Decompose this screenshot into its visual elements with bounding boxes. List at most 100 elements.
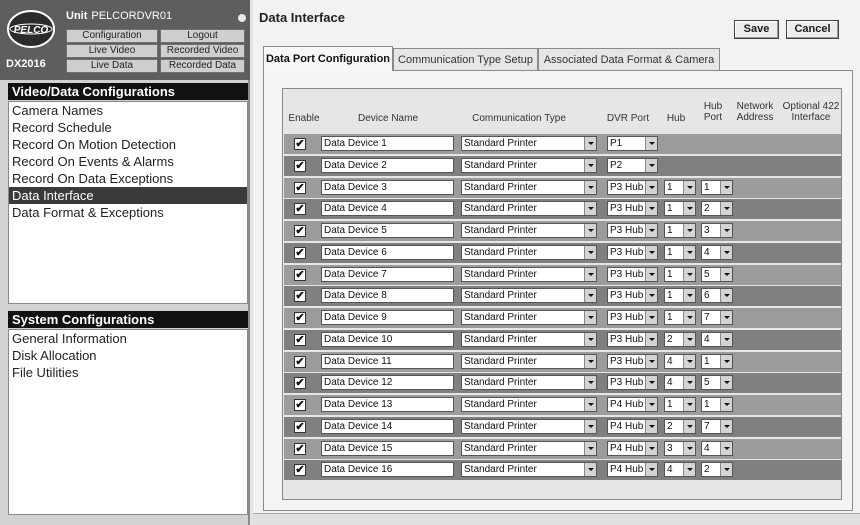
hub-select[interactable]: 1 [664, 397, 696, 412]
hub-select[interactable]: 2 [664, 331, 696, 347]
hub-port-select[interactable]: 1 [701, 397, 733, 412]
dvr-port-select[interactable]: P3 Hub [607, 288, 658, 304]
dvr-port-select[interactable]: P3 Hub [607, 353, 658, 369]
tab-communication-type-setup[interactable]: Communication Type Setup [393, 48, 538, 70]
enable-checkbox[interactable]: ✔ [294, 333, 306, 346]
sidebar-video-item[interactable]: Data Interface [9, 187, 247, 204]
communication-type-select[interactable]: Standard Printer [461, 157, 597, 173]
communication-type-select[interactable]: Standard Printer [461, 418, 597, 434]
hub-select[interactable]: 1 [664, 244, 696, 260]
sidebar-system-item[interactable]: File Utilities [9, 364, 247, 381]
enable-checkbox[interactable]: ✔ [294, 355, 306, 368]
enable-checkbox[interactable]: ✔ [294, 377, 306, 390]
dvr-port-select[interactable]: P2 [607, 157, 658, 173]
enable-checkbox[interactable]: ✔ [294, 181, 306, 194]
enable-checkbox[interactable]: ✔ [294, 420, 306, 433]
recorded-video-button[interactable]: Recorded Video [160, 44, 245, 58]
hub-select[interactable]: 1 [664, 266, 696, 282]
communication-type-select[interactable]: Standard Printer [461, 179, 597, 195]
hub-port-select[interactable]: 4 [701, 244, 733, 260]
tab-associated-data-format-camera[interactable]: Associated Data Format & Camera [538, 48, 720, 70]
dvr-port-select[interactable]: P3 Hub [607, 201, 658, 217]
hub-select[interactable]: 1 [664, 223, 696, 238]
enable-checkbox[interactable]: ✔ [294, 246, 306, 259]
hub-port-select[interactable]: 2 [701, 201, 733, 217]
sidebar-video-item[interactable]: Record Schedule [9, 119, 247, 136]
device-name-field[interactable]: Data Device 11 [321, 353, 454, 369]
communication-type-select[interactable]: Standard Printer [461, 223, 597, 238]
device-name-field[interactable]: Data Device 2 [321, 157, 454, 173]
device-name-field[interactable]: Data Device 9 [321, 310, 454, 325]
cancel-button[interactable]: Cancel [786, 20, 839, 39]
dvr-port-select[interactable]: P3 Hub [607, 375, 658, 391]
device-name-field[interactable]: Data Device 15 [321, 440, 454, 456]
dvr-port-select[interactable]: P3 Hub [607, 331, 658, 347]
device-name-field[interactable]: Data Device 14 [321, 418, 454, 434]
communication-type-select[interactable]: Standard Printer [461, 462, 597, 478]
hub-select[interactable]: 3 [664, 440, 696, 456]
enable-checkbox[interactable]: ✔ [294, 268, 306, 281]
dvr-port-select[interactable]: P4 Hub [607, 440, 658, 456]
dvr-port-select[interactable]: P3 Hub [607, 310, 658, 325]
live-video-button[interactable]: Live Video [66, 44, 158, 58]
hub-port-select[interactable]: 1 [701, 353, 733, 369]
communication-type-select[interactable]: Standard Printer [461, 397, 597, 412]
communication-type-select[interactable]: Standard Printer [461, 136, 597, 151]
device-name-field[interactable]: Data Device 6 [321, 244, 454, 260]
communication-type-select[interactable]: Standard Printer [461, 353, 597, 369]
enable-checkbox[interactable]: ✔ [294, 464, 306, 477]
sidebar-system-item[interactable]: Disk Allocation [9, 347, 247, 364]
device-name-field[interactable]: Data Device 4 [321, 201, 454, 217]
enable-checkbox[interactable]: ✔ [294, 138, 306, 150]
communication-type-select[interactable]: Standard Printer [461, 331, 597, 347]
enable-checkbox[interactable]: ✔ [294, 312, 306, 324]
live-data-button[interactable]: Live Data [66, 59, 158, 73]
enable-checkbox[interactable]: ✔ [294, 225, 306, 237]
enable-checkbox[interactable]: ✔ [294, 290, 306, 303]
device-name-field[interactable]: Data Device 16 [321, 462, 454, 478]
hub-select[interactable]: 4 [664, 353, 696, 369]
hub-select[interactable]: 2 [664, 418, 696, 434]
device-name-field[interactable]: Data Device 1 [321, 136, 454, 151]
dvr-port-select[interactable]: P4 Hub [607, 397, 658, 412]
dvr-port-select[interactable]: P4 Hub [607, 462, 658, 478]
sidebar-video-item[interactable]: Record On Motion Detection [9, 136, 247, 153]
enable-checkbox[interactable]: ✔ [294, 159, 306, 172]
device-name-field[interactable]: Data Device 12 [321, 375, 454, 391]
hub-select[interactable]: 1 [664, 179, 696, 195]
hub-port-select[interactable]: 5 [701, 266, 733, 282]
hub-select[interactable]: 1 [664, 201, 696, 217]
dvr-port-select[interactable]: P3 Hub [607, 179, 658, 195]
device-name-field[interactable]: Data Device 3 [321, 179, 454, 195]
sidebar-video-item[interactable]: Data Format & Exceptions [9, 204, 247, 221]
hub-port-select[interactable]: 3 [701, 223, 733, 238]
communication-type-select[interactable]: Standard Printer [461, 288, 597, 304]
sidebar-system-item[interactable]: General Information [9, 330, 247, 347]
logout-button[interactable]: Logout [160, 29, 245, 43]
hub-port-select[interactable]: 7 [701, 418, 733, 434]
tab-data-port-configuration[interactable]: Data Port Configuration [263, 46, 393, 71]
enable-checkbox[interactable]: ✔ [294, 203, 306, 216]
configuration-button[interactable]: Configuration [66, 29, 158, 43]
sidebar-video-item[interactable]: Record On Events & Alarms [9, 153, 247, 170]
dvr-port-select[interactable]: P3 Hub [607, 266, 658, 282]
hub-port-select[interactable]: 4 [701, 331, 733, 347]
hub-port-select[interactable]: 4 [701, 440, 733, 456]
hub-port-select[interactable]: 1 [701, 179, 733, 195]
dvr-port-select[interactable]: P3 Hub [607, 223, 658, 238]
hub-port-select[interactable]: 7 [701, 310, 733, 325]
device-name-field[interactable]: Data Device 13 [321, 397, 454, 412]
dvr-port-select[interactable]: P4 Hub [607, 418, 658, 434]
communication-type-select[interactable]: Standard Printer [461, 201, 597, 217]
hub-port-select[interactable]: 2 [701, 462, 733, 478]
enable-checkbox[interactable]: ✔ [294, 442, 306, 455]
recorded-data-button[interactable]: Recorded Data [160, 59, 245, 73]
communication-type-select[interactable]: Standard Printer [461, 375, 597, 391]
communication-type-select[interactable]: Standard Printer [461, 266, 597, 282]
dvr-port-select[interactable]: P1 [607, 136, 658, 151]
communication-type-select[interactable]: Standard Printer [461, 244, 597, 260]
hub-port-select[interactable]: 6 [701, 288, 733, 304]
save-button[interactable]: Save [734, 20, 779, 39]
device-name-field[interactable]: Data Device 10 [321, 331, 454, 347]
device-name-field[interactable]: Data Device 5 [321, 223, 454, 238]
